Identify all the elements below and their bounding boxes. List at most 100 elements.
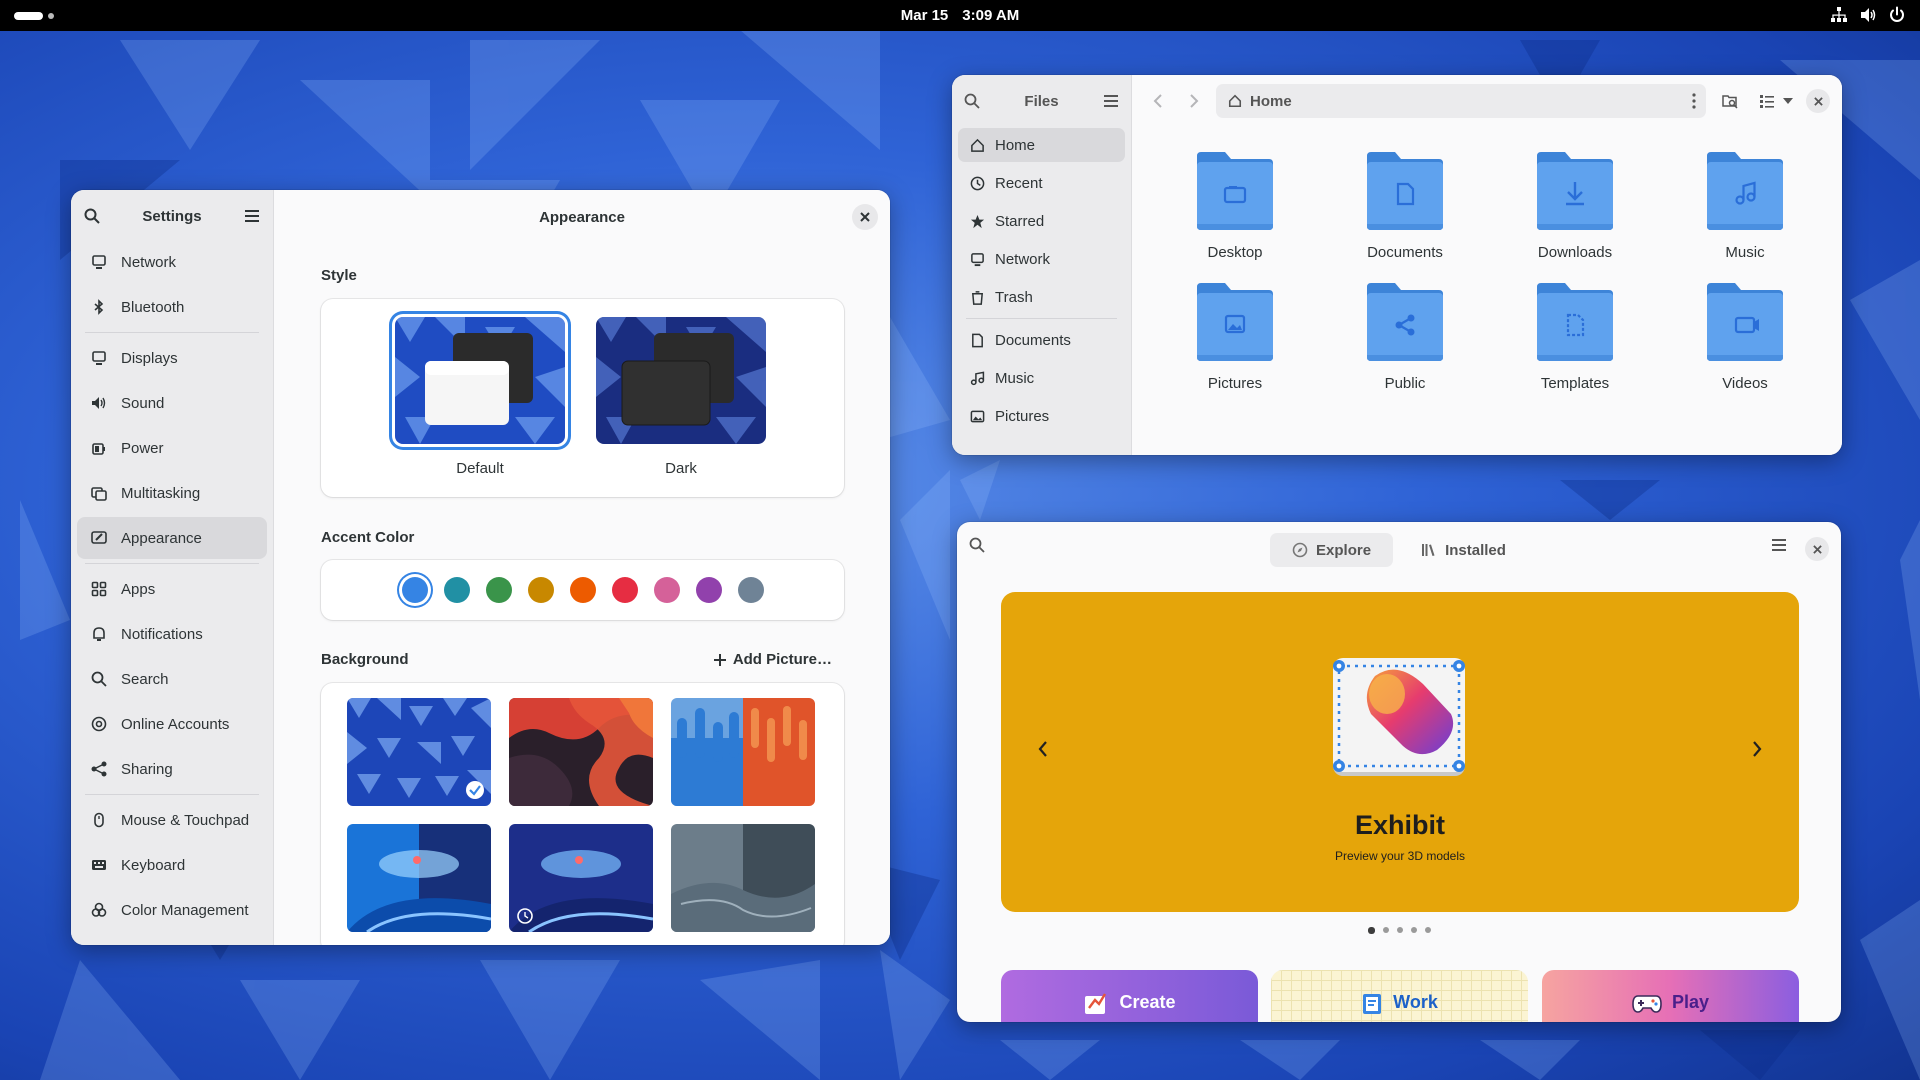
search-folder-button[interactable] [1714, 87, 1746, 115]
category-label: Create [1119, 992, 1176, 1012]
carousel-dot[interactable] [1424, 927, 1431, 933]
close-button[interactable] [1805, 537, 1829, 561]
category-label: Play [1671, 992, 1710, 1012]
tab-installed[interactable]: Installed [1399, 533, 1528, 567]
add-picture-button[interactable]: Add Picture… [713, 651, 832, 668]
star-icon [970, 214, 985, 228]
sidebar-item-starred[interactable]: Starred [958, 204, 1125, 238]
chevron-right-icon [1753, 741, 1762, 757]
background-thumbnail[interactable] [671, 824, 815, 932]
folder-icon [1537, 152, 1613, 230]
accent-color-swatch[interactable] [569, 577, 596, 603]
category-play[interactable]: Play [1542, 970, 1799, 1022]
sidebar-item-network[interactable]: Network [958, 242, 1125, 276]
main-menu-button[interactable] [1103, 93, 1119, 109]
close-button[interactable] [1806, 89, 1830, 113]
category-create[interactable]: Create [1001, 970, 1258, 1022]
search-button[interactable] [969, 537, 985, 553]
folder-item[interactable]: Music [1684, 150, 1806, 261]
folder-name: Documents [1367, 244, 1443, 261]
background-thumbnail[interactable] [347, 824, 491, 932]
main-menu-button[interactable] [244, 208, 260, 224]
accent-section-label: Accent Color [321, 529, 415, 546]
sidebar-item-home[interactable]: Home [958, 128, 1125, 162]
main-menu-button[interactable] [1771, 537, 1787, 553]
folder-item[interactable]: Downloads [1514, 150, 1636, 261]
accent-color-swatch[interactable] [401, 577, 428, 603]
sidebar-item-sharing[interactable]: Sharing [77, 748, 267, 790]
search-button[interactable] [84, 208, 100, 224]
featured-app-description: Preview your 3D models [1334, 849, 1466, 863]
folder-icon [1707, 152, 1783, 230]
background-thumbnail[interactable] [671, 698, 815, 806]
folder-item[interactable]: Documents [1344, 150, 1466, 261]
path-bar[interactable]: Home [1216, 84, 1706, 118]
carousel-dot[interactable] [1410, 927, 1417, 933]
style-default-option[interactable]: Default [395, 317, 565, 477]
accent-color-swatch[interactable] [527, 577, 554, 603]
sidebar-item-color-management[interactable]: Color Management [77, 889, 267, 931]
sidebar-item-keyboard[interactable]: Keyboard [77, 844, 267, 886]
sidebar-item-mouse-touchpad[interactable]: Mouse & Touchpad [77, 799, 267, 841]
tab-explore[interactable]: Explore [1270, 533, 1394, 567]
gamepad-icon [1632, 995, 1662, 1013]
accent-color-swatch[interactable] [653, 577, 680, 603]
accent-color-swatch[interactable] [443, 577, 470, 603]
close-button[interactable] [852, 204, 878, 230]
folder-item[interactable]: Public [1344, 281, 1466, 392]
sidebar-item-music[interactable]: Music [958, 361, 1125, 395]
folder-item[interactable]: Pictures [1174, 281, 1296, 392]
carousel-dot[interactable] [1367, 927, 1375, 934]
sidebar-item-search[interactable]: Search [77, 658, 267, 700]
accent-color-swatch[interactable] [485, 577, 512, 603]
carousel-dot[interactable] [1396, 927, 1403, 933]
keyboard-icon [92, 860, 106, 870]
clock[interactable]: Mar 15 3:09 AM [901, 7, 1020, 24]
sidebar-item-recent[interactable]: Recent [958, 166, 1125, 200]
add-picture-label: Add Picture… [732, 651, 832, 668]
sidebar-item-documents[interactable]: Documents [958, 323, 1125, 357]
accent-color-swatch[interactable] [737, 577, 764, 603]
sidebar-item-notifications[interactable]: Notifications [77, 613, 267, 655]
accent-card [321, 560, 844, 620]
sidebar-item-label: Search [121, 670, 169, 688]
workspace-dot [48, 13, 54, 19]
back-button[interactable] [1144, 87, 1172, 115]
sidebar-item-sound[interactable]: Sound [77, 382, 267, 424]
folder-item[interactable]: Videos [1684, 281, 1806, 392]
search-icon [91, 671, 107, 687]
background-thumbnail[interactable] [347, 698, 491, 806]
view-options-button[interactable] [1754, 87, 1798, 115]
featured-banner[interactable]: Exhibit Preview your 3D models [1001, 592, 1799, 912]
accent-color-swatch[interactable] [695, 577, 722, 603]
forward-button[interactable] [1180, 87, 1208, 115]
carousel-prev-button[interactable] [1037, 740, 1049, 758]
sidebar-item-label: Documents [995, 331, 1071, 349]
background-thumbnail[interactable] [509, 698, 653, 806]
sidebar-item-network[interactable]: Network [77, 241, 267, 283]
folder-item[interactable]: Desktop [1174, 150, 1296, 261]
system-tray[interactable] [1830, 6, 1906, 24]
sidebar-item-multitasking[interactable]: Multitasking [77, 472, 267, 514]
sidebar-item-power[interactable]: Power [77, 427, 267, 469]
sidebar-item-apps[interactable]: Apps [77, 568, 267, 610]
sidebar-item-displays[interactable]: Displays [77, 337, 267, 379]
folder-item[interactable]: Templates [1514, 281, 1636, 392]
sidebar-item-bluetooth[interactable]: Bluetooth [77, 286, 267, 328]
background-thumbnail[interactable] [509, 824, 653, 932]
featured-app-name: Exhibit [1354, 810, 1445, 840]
activities-indicator[interactable] [14, 12, 54, 20]
sidebar-item-trash[interactable]: Trash [958, 280, 1125, 314]
carousel-dot[interactable] [1382, 927, 1389, 933]
sidebar-item-pictures[interactable]: Pictures [958, 399, 1125, 433]
category-work[interactable]: Work [1271, 970, 1528, 1022]
style-dark-option[interactable]: Dark [596, 317, 766, 477]
search-button[interactable] [964, 93, 980, 109]
accent-color-swatch[interactable] [611, 577, 638, 603]
folder-name: Pictures [1207, 375, 1263, 392]
sidebar-item-online-accounts[interactable]: Online Accounts [77, 703, 267, 745]
sidebar-item-appearance[interactable]: Appearance [77, 517, 267, 559]
path-menu-button[interactable] [1692, 93, 1696, 109]
files-sidebar-header: Files [952, 78, 1131, 124]
carousel-next-button[interactable] [1751, 740, 1763, 758]
